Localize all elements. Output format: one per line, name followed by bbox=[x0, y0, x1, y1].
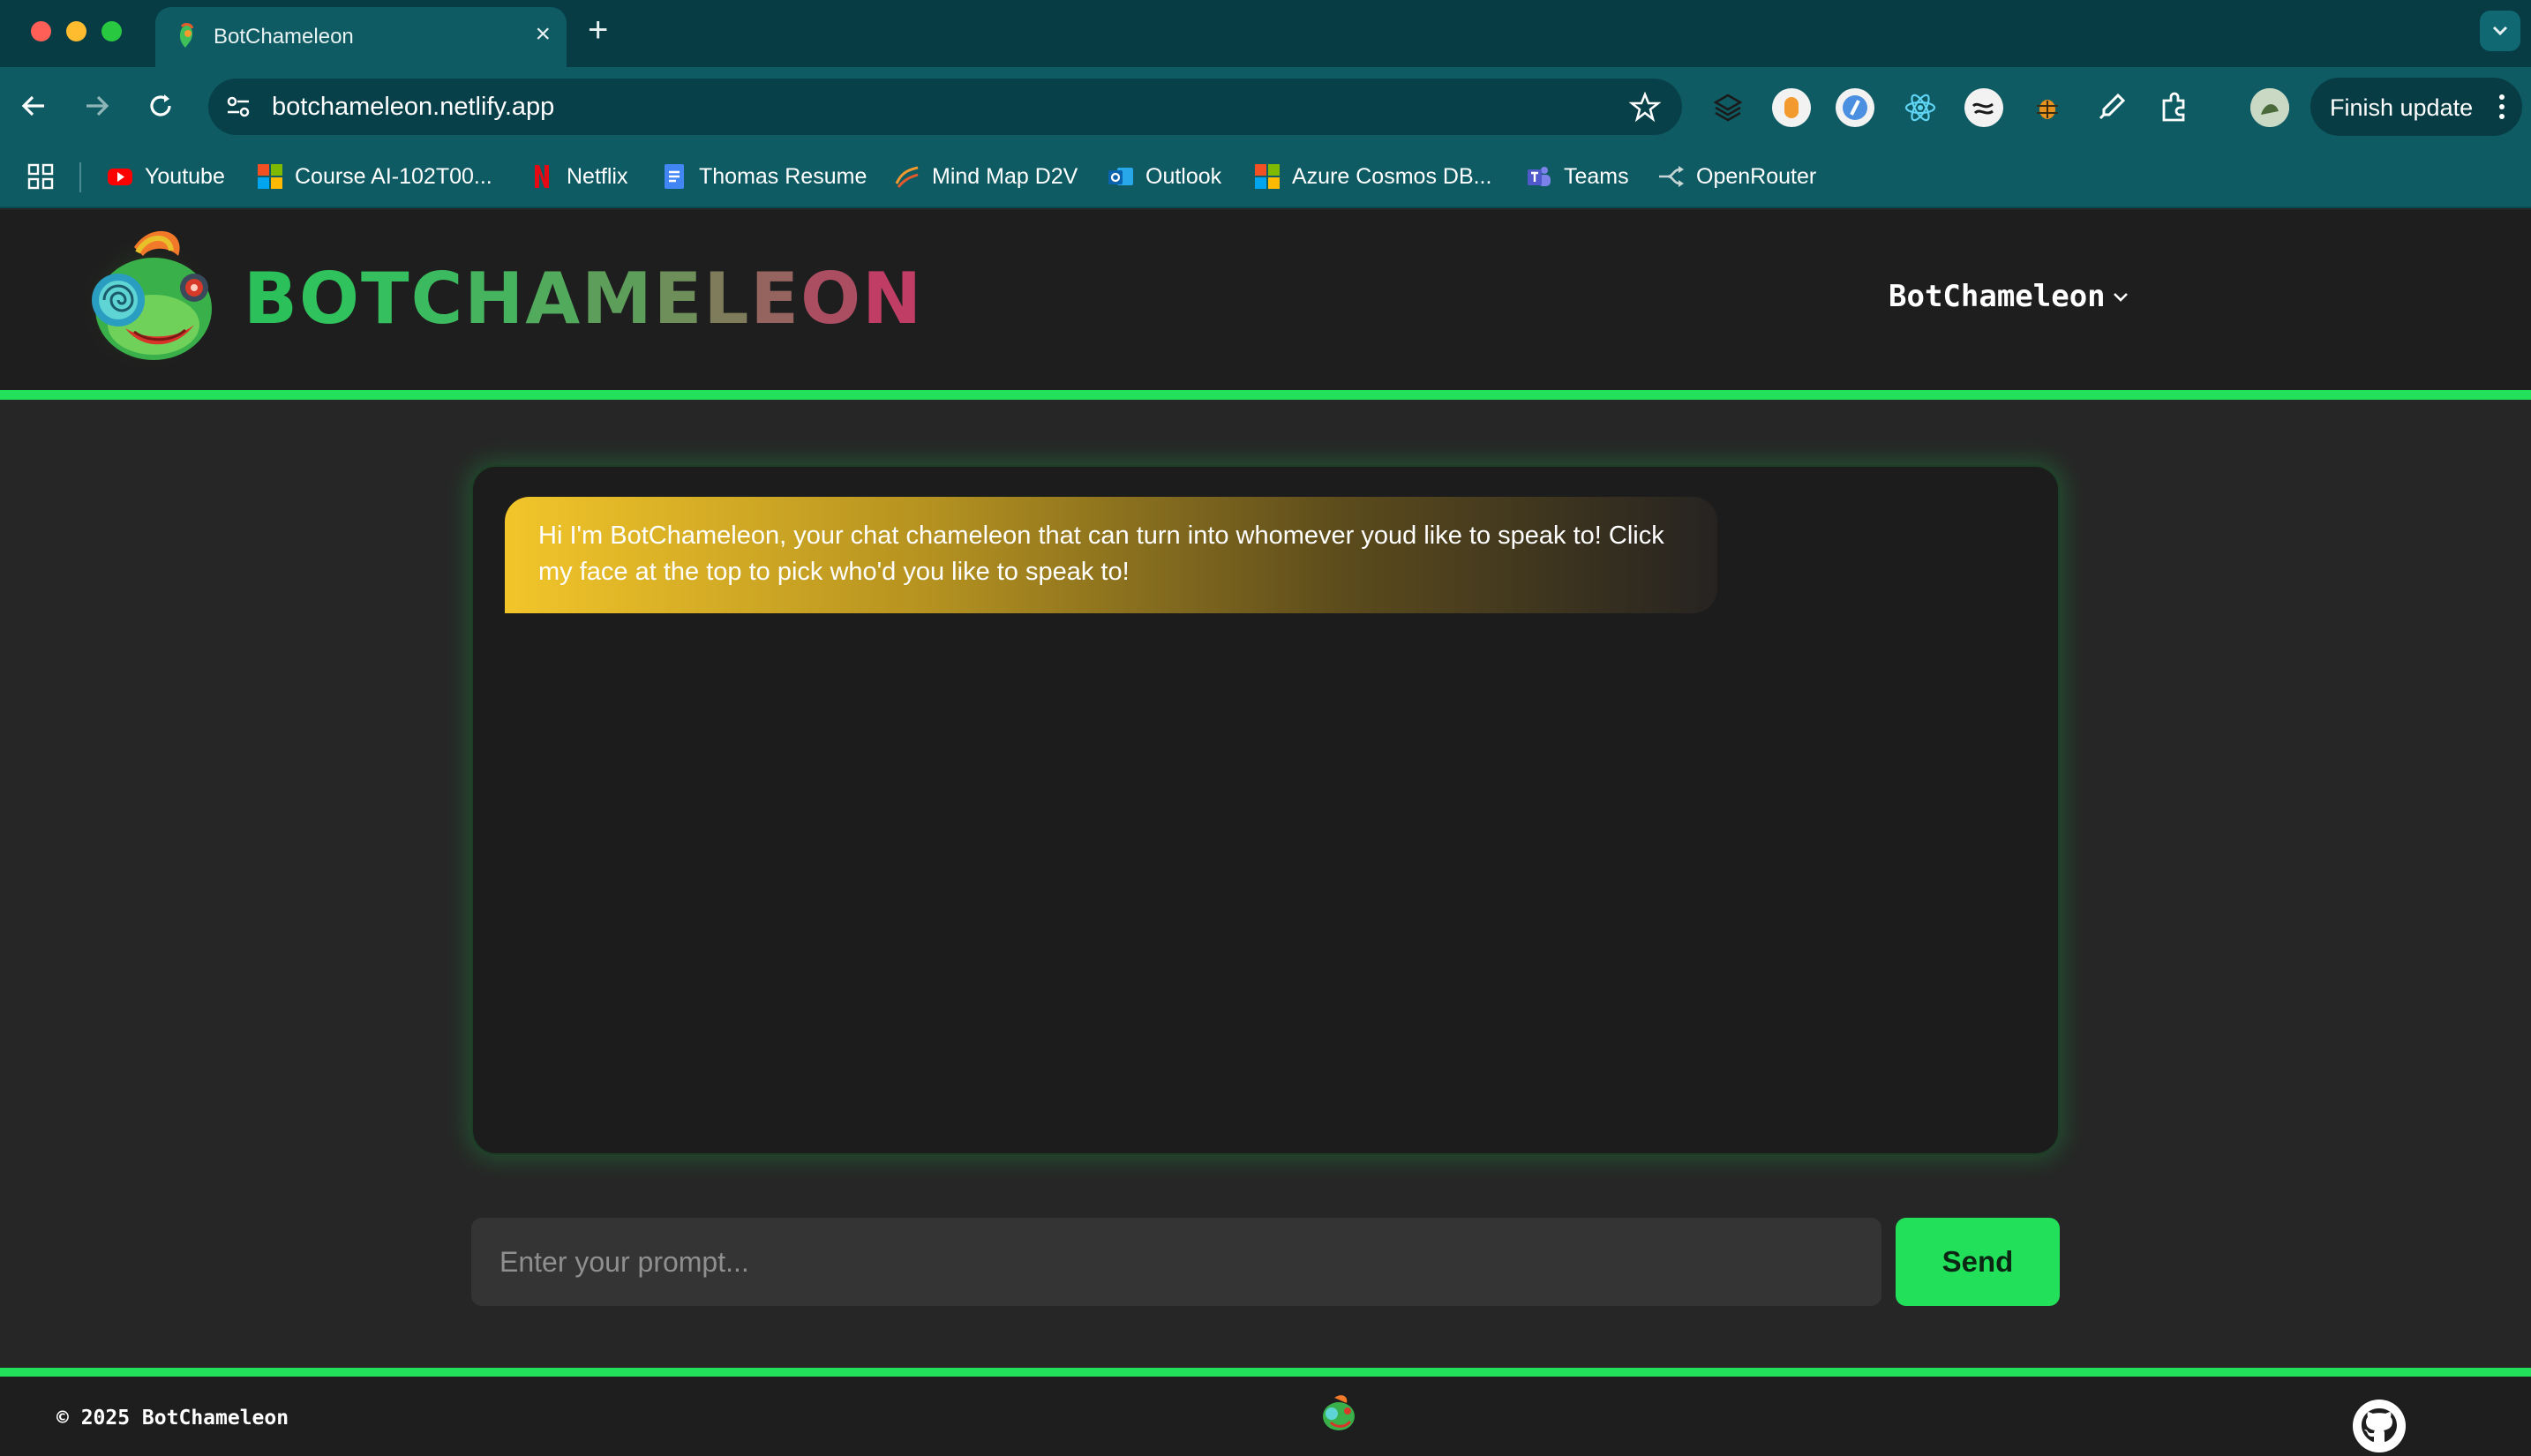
bookmark-mindmap[interactable]: Mind Map D2V bbox=[893, 159, 1078, 194]
docs-icon bbox=[665, 164, 684, 189]
site-wordmark[interactable]: BOTCHAMELEON bbox=[244, 258, 923, 340]
chameleon-logo-icon[interactable] bbox=[72, 221, 222, 371]
youtube-icon bbox=[108, 169, 132, 185]
tab-search-button[interactable] bbox=[2480, 11, 2520, 51]
prompt-input[interactable] bbox=[471, 1218, 1881, 1306]
footer-divider bbox=[0, 1368, 2531, 1377]
chameleon-favicon-icon bbox=[179, 23, 194, 48]
site-footer: © 2025 BotChameleon bbox=[0, 1377, 2531, 1456]
bookmark-label: Outlook bbox=[1145, 163, 1222, 189]
microsoft-icon bbox=[258, 164, 282, 189]
minimize-window-button[interactable] bbox=[66, 21, 86, 41]
react-devtools-icon[interactable] bbox=[1901, 88, 1940, 127]
address-bar[interactable]: botchameleon.netlify.app bbox=[208, 79, 1682, 135]
browser-tab-bar: BotChameleon × + bbox=[0, 0, 2531, 67]
bug-icon[interactable] bbox=[2028, 88, 2067, 127]
extension-orange-icon[interactable] bbox=[1772, 88, 1811, 127]
send-button[interactable]: Send bbox=[1896, 1218, 2060, 1306]
close-window-button[interactable] bbox=[31, 21, 51, 41]
wordmark-letter: H bbox=[464, 258, 526, 340]
openrouter-icon bbox=[1659, 166, 1684, 187]
bookmark-label: Mind Map D2V bbox=[932, 163, 1078, 189]
teams-icon bbox=[1528, 167, 1551, 186]
eyedropper-icon[interactable] bbox=[2092, 88, 2130, 127]
apps-grid-icon[interactable] bbox=[26, 162, 55, 191]
wordmark-letter: M bbox=[582, 258, 654, 340]
bookmark-teams[interactable]: Teams bbox=[1525, 159, 1629, 194]
bookmark-resume[interactable]: Thomas Resume bbox=[660, 159, 867, 194]
bookmark-label: Thomas Resume bbox=[699, 163, 867, 189]
profile-avatar[interactable] bbox=[2250, 88, 2289, 127]
forward-arrow-icon[interactable] bbox=[81, 90, 113, 122]
bookmark-star-icon[interactable] bbox=[1629, 91, 1661, 123]
wordmark-letter: N bbox=[862, 258, 924, 340]
bookmark-openrouter[interactable]: OpenRouter bbox=[1657, 159, 1816, 194]
wordmark-letter: T bbox=[361, 258, 411, 340]
wordmark-letter: A bbox=[525, 258, 582, 340]
browser-tab[interactable]: BotChameleon × bbox=[155, 7, 567, 67]
header-divider bbox=[0, 390, 2531, 400]
bot-message-bubble: Hi I'm BotChameleon, your chat chameleon… bbox=[505, 497, 1717, 613]
extension-wave-icon[interactable] bbox=[1964, 88, 2003, 127]
back-arrow-icon[interactable] bbox=[18, 90, 49, 122]
new-tab-button[interactable]: + bbox=[588, 11, 608, 50]
wordmark-letter: O bbox=[298, 258, 361, 340]
reload-icon[interactable] bbox=[145, 90, 176, 122]
bookmark-label: Azure Cosmos DB... bbox=[1292, 163, 1492, 189]
maximize-window-button[interactable] bbox=[101, 21, 122, 41]
bookmark-course[interactable]: Course AI-102T00... bbox=[256, 159, 492, 194]
bot-message-text: Hi I'm BotChameleon, your chat chameleon… bbox=[538, 522, 1664, 586]
github-icon[interactable] bbox=[2351, 1398, 2407, 1454]
extension-layers-icon[interactable] bbox=[1709, 88, 1747, 127]
chat-window[interactable]: Hi I'm BotChameleon, your chat chameleon… bbox=[471, 465, 2060, 1155]
extensions-puzzle-icon[interactable] bbox=[2155, 88, 2194, 127]
bookmark-label: Youtube bbox=[145, 163, 225, 189]
url-text: botchameleon.netlify.app bbox=[272, 93, 555, 121]
copyright-text: © 2025 BotChameleon bbox=[56, 1407, 289, 1430]
wordmark-letter: C bbox=[410, 258, 465, 340]
bookmark-cosmos[interactable]: Azure Cosmos DB... bbox=[1253, 159, 1491, 194]
close-tab-icon[interactable]: × bbox=[535, 19, 551, 49]
persona-dropdown[interactable]: BotChameleon bbox=[1889, 279, 2130, 314]
outlook-icon bbox=[1108, 168, 1133, 185]
bookmark-label: Teams bbox=[1564, 163, 1629, 189]
chameleon-logo-small-icon[interactable] bbox=[1318, 1392, 1359, 1433]
chevron-down-icon bbox=[2492, 26, 2508, 36]
bookmarks-divider bbox=[79, 162, 81, 192]
bookmark-youtube[interactable]: Youtube bbox=[106, 159, 225, 194]
finish-update-label: Finish update bbox=[2330, 94, 2474, 121]
wordmark-letter: E bbox=[750, 258, 801, 340]
bookmark-label: OpenRouter bbox=[1696, 163, 1817, 189]
finish-update-button[interactable]: Finish update bbox=[2310, 78, 2522, 136]
netflix-icon bbox=[535, 165, 549, 188]
wordmark-letter: E bbox=[653, 258, 704, 340]
browser-toolbar: botchameleon.netlify.app Finish update bbox=[0, 67, 2531, 146]
bookmark-label: Course AI-102T00... bbox=[295, 163, 492, 189]
wordmark-letter: B bbox=[244, 258, 299, 340]
extension-compass-icon[interactable] bbox=[1836, 88, 1874, 127]
bookmark-outlook[interactable]: Outlook bbox=[1107, 159, 1221, 194]
bookmark-label: Netflix bbox=[567, 163, 628, 189]
chevron-down-icon bbox=[2113, 293, 2128, 302]
persona-label: BotChameleon bbox=[1889, 279, 2106, 314]
microsoft-icon bbox=[1255, 164, 1280, 189]
wordmark-letter: L bbox=[703, 258, 751, 340]
tab-title: BotChameleon bbox=[214, 25, 354, 49]
kebab-menu-icon bbox=[2499, 94, 2505, 119]
site-info-icon[interactable] bbox=[222, 91, 254, 123]
bookmarks-bar: Youtube Course AI-102T00... Netflix Thom… bbox=[0, 146, 2531, 208]
bookmark-netflix[interactable]: Netflix bbox=[528, 159, 627, 194]
mindmap-icon bbox=[895, 166, 919, 188]
wordmark-letter: O bbox=[800, 258, 863, 340]
